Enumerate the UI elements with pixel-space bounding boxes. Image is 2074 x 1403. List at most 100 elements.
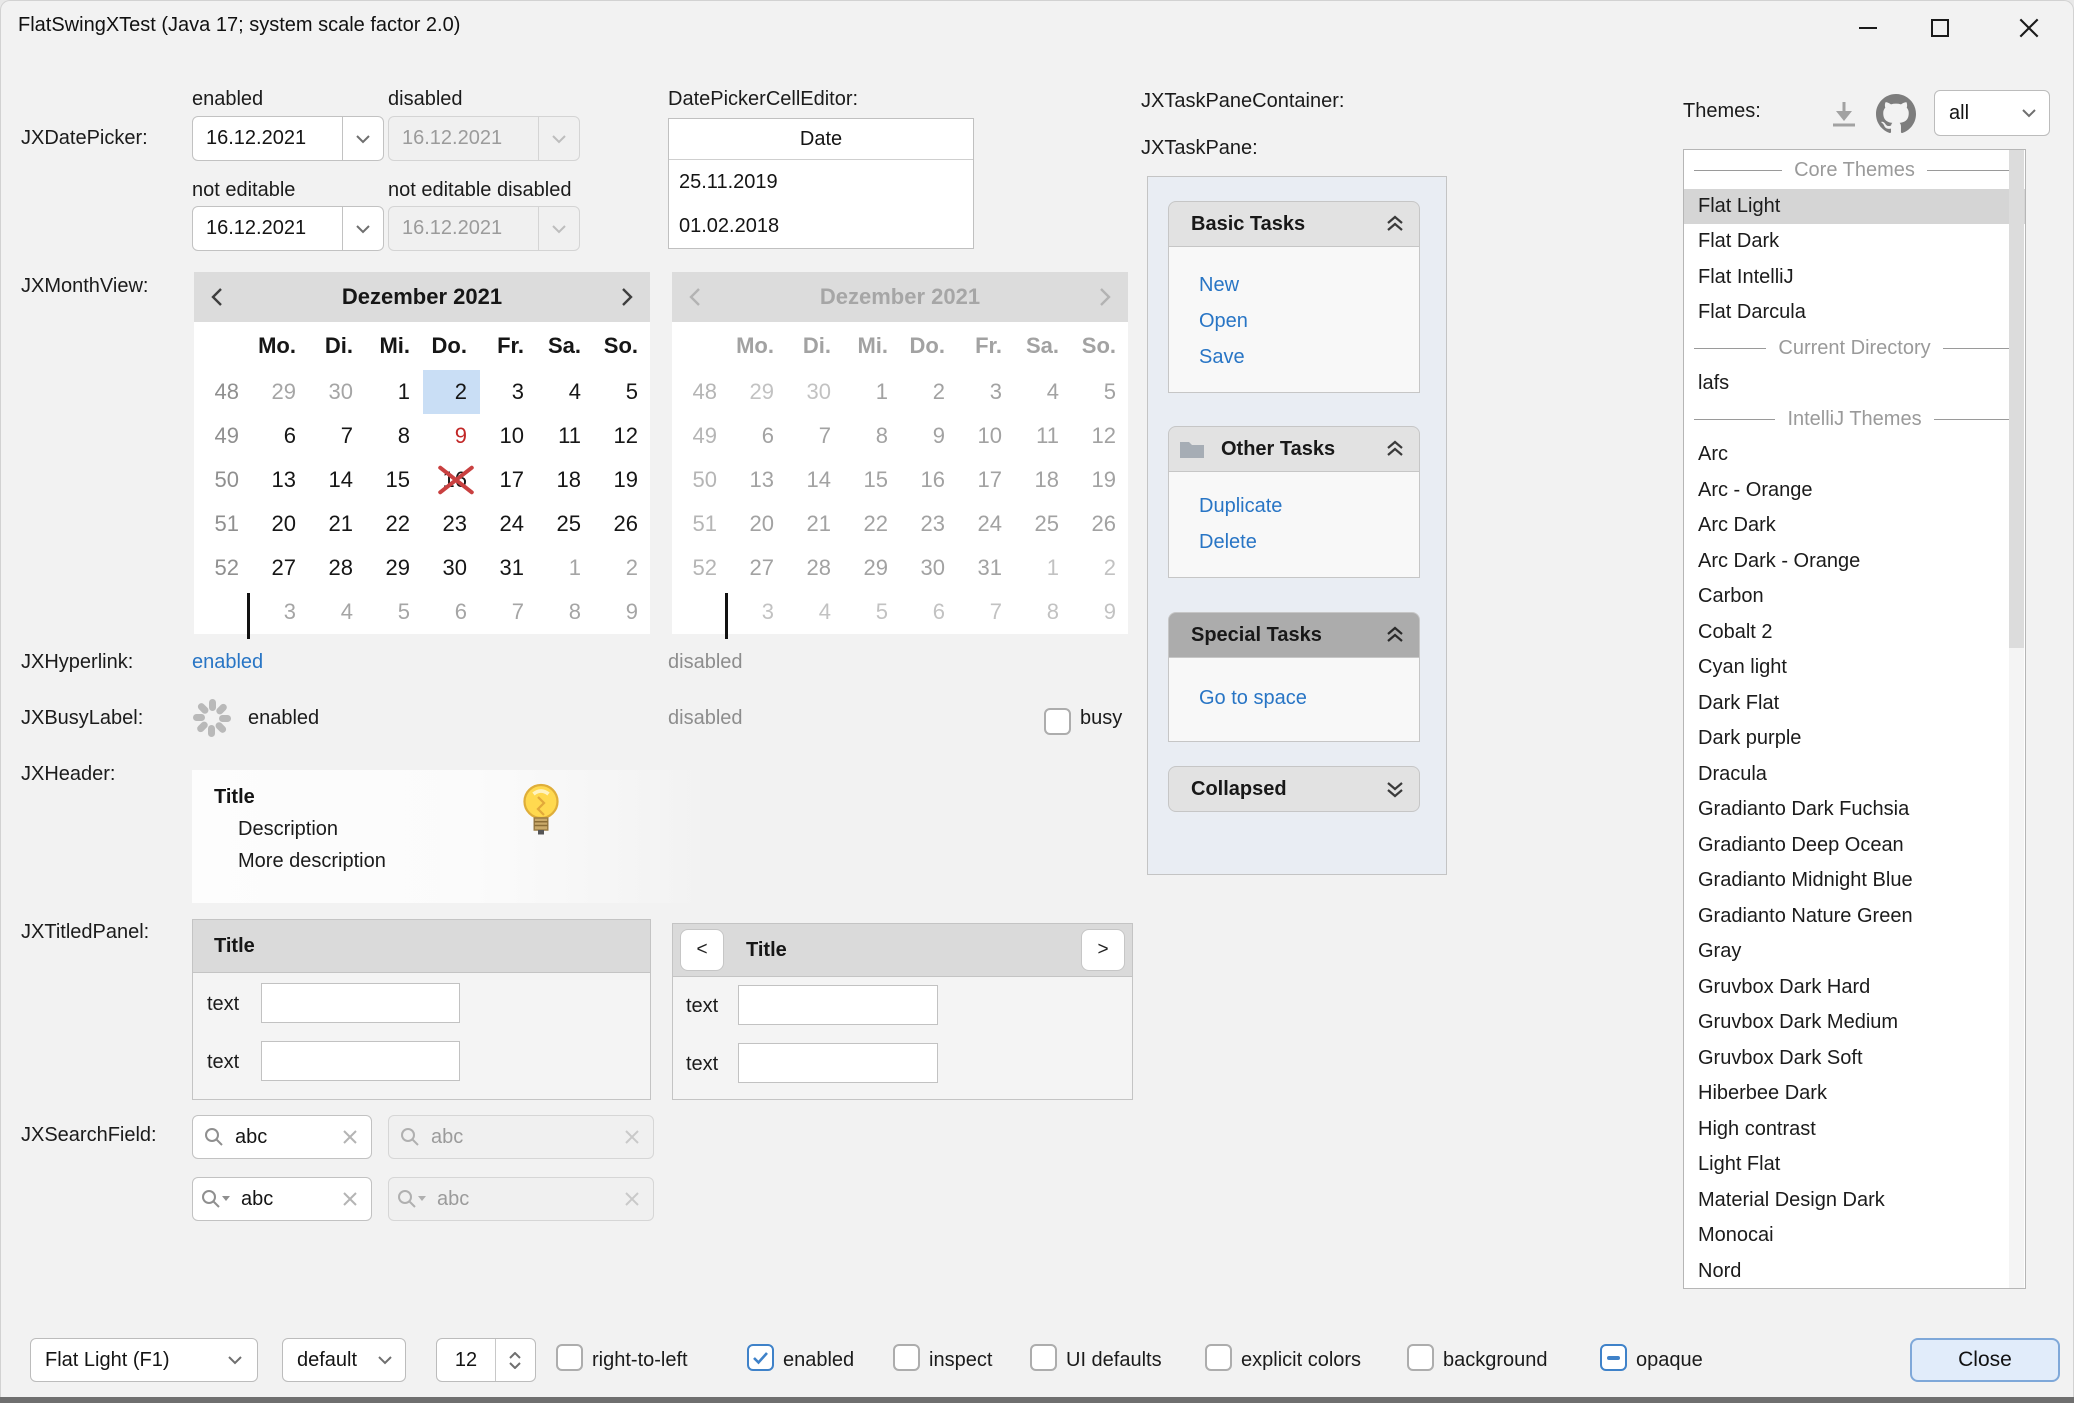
calendar-day[interactable]: 26 <box>594 502 651 546</box>
calendar-day[interactable]: 2 <box>423 370 480 414</box>
calendar-day[interactable]: 25 <box>537 502 594 546</box>
titledpanel-right-input-2[interactable] <box>738 1043 938 1083</box>
expand-icon[interactable] <box>1385 780 1405 798</box>
task-link[interactable]: New <box>1199 267 1419 303</box>
themes-list[interactable]: Core ThemesFlat LightFlat DarkFlat Intel… <box>1683 149 2026 1289</box>
close-button[interactable]: Close <box>1910 1338 2060 1382</box>
calendar-day[interactable]: 3 <box>252 590 309 634</box>
calendar-day[interactable]: 15 <box>366 458 423 502</box>
datepicker-noteditable-value[interactable]: 16.12.2021 <box>193 217 342 240</box>
theme-list-item[interactable]: Material Design Dark <box>1684 1183 2025 1219</box>
datepicker-noteditable[interactable]: 16.12.2021 <box>192 206 384 251</box>
calendar-day[interactable]: 21 <box>309 502 366 546</box>
cell-editor-table[interactable]: Date 25.11.2019 01.02.2018 <box>668 118 974 249</box>
theme-list-item[interactable]: Gradianto Dark Fuchsia <box>1684 792 2025 828</box>
calendar-day[interactable]: 4 <box>309 590 366 634</box>
theme-list-item[interactable]: Arc - Orange <box>1684 473 2025 509</box>
calendar-day[interactable]: 29 <box>366 546 423 590</box>
calendar-day[interactable]: 19 <box>594 458 651 502</box>
datepicker-noteditable-dropdown-button[interactable] <box>342 207 383 250</box>
hyperlink-enabled[interactable]: enabled <box>192 651 263 674</box>
theme-list-item[interactable]: Gruvbox Dark Medium <box>1684 1005 2025 1041</box>
calendar-day[interactable]: 18 <box>537 458 594 502</box>
title-bar[interactable]: FlatSwingXTest (Java 17; system scale fa… <box>0 0 2074 55</box>
calendar-day[interactable]: 30 <box>423 546 480 590</box>
task-link[interactable]: Go to space <box>1199 680 1419 716</box>
theme-list-item[interactable]: Gray <box>1684 934 2025 970</box>
search-input[interactable]: abc <box>225 1126 341 1149</box>
clear-icon[interactable] <box>341 1128 359 1146</box>
calendar-day[interactable]: 24 <box>480 502 537 546</box>
font-size-stepper[interactable]: 12 <box>436 1338 536 1382</box>
calendar-day[interactable]: 30 <box>309 370 366 414</box>
search-input[interactable]: abc <box>231 1188 341 1211</box>
task-link[interactable]: Save <box>1199 339 1419 375</box>
calendar-day[interactable]: 9 <box>594 590 651 634</box>
monthview-enabled[interactable]: Dezember 2021Mo.Di.Mi.Do.Fr.Sa.So.482930… <box>194 272 650 633</box>
calendar-day[interactable]: 14 <box>309 458 366 502</box>
theme-list-item[interactable]: lafs <box>1684 366 2025 402</box>
themes-filter-select[interactable]: all <box>1934 90 2050 136</box>
theme-list-item[interactable]: Cyan light <box>1684 650 2025 686</box>
theme-list-item[interactable]: Dracula <box>1684 757 2025 793</box>
inspect-checkbox[interactable] <box>893 1344 920 1371</box>
font-select[interactable]: default <box>282 1338 406 1382</box>
calendar-day[interactable]: 10 <box>480 414 537 458</box>
theme-list-item[interactable]: Arc Dark - Orange <box>1684 544 2025 580</box>
theme-list-item[interactable]: Cobalt 2 <box>1684 615 2025 651</box>
calendar-day[interactable]: 5 <box>366 590 423 634</box>
calendar-day[interactable]: 13 <box>252 458 309 502</box>
search-field-enabled[interactable]: abc <box>192 1115 372 1159</box>
calendar-day[interactable]: 3 <box>480 370 537 414</box>
task-link[interactable]: Open <box>1199 303 1419 339</box>
theme-list-item[interactable]: Flat Darcula <box>1684 295 2025 331</box>
right-to-left-checkbox[interactable] <box>556 1344 583 1371</box>
task-link[interactable]: Duplicate <box>1199 488 1419 524</box>
titledpanel-right-input-1[interactable] <box>738 985 938 1025</box>
calendar-day[interactable]: 6 <box>423 590 480 634</box>
calendar-day[interactable]: 6 <box>252 414 309 458</box>
busy-checkbox[interactable] <box>1044 708 1071 735</box>
theme-list-item[interactable]: Gruvbox Dark Soft <box>1684 1041 2025 1077</box>
theme-list-item[interactable]: Flat IntelliJ <box>1684 260 2025 296</box>
titledpanel-left-input-1[interactable] <box>261 983 460 1023</box>
taskpane-other-header[interactable]: Other Tasks <box>1168 426 1420 472</box>
scrollbar-thumb[interactable] <box>2009 150 2024 648</box>
calendar-day[interactable]: 28 <box>309 546 366 590</box>
UI-defaults-checkbox[interactable] <box>1030 1344 1057 1371</box>
task-link[interactable]: Delete <box>1199 524 1419 560</box>
datepicker-enabled-dropdown-button[interactable] <box>342 117 383 160</box>
calendar-day[interactable]: 23 <box>423 502 480 546</box>
datepicker-enabled-value[interactable]: 16.12.2021 <box>193 127 342 150</box>
prev-month-icon[interactable] <box>210 286 224 308</box>
theme-list-item[interactable]: Dark purple <box>1684 721 2025 757</box>
theme-list-item[interactable]: Monocai <box>1684 1218 2025 1254</box>
laf-select[interactable]: Flat Light (F1) <box>30 1338 258 1382</box>
calendar-day[interactable]: 17 <box>480 458 537 502</box>
themes-scrollbar[interactable] <box>2009 150 2024 1288</box>
background-checkbox[interactable] <box>1407 1344 1434 1371</box>
calendar-day[interactable]: 1 <box>537 546 594 590</box>
collapse-icon[interactable] <box>1385 440 1405 458</box>
theme-list-item[interactable]: Light Flat <box>1684 1147 2025 1183</box>
cell-editor-column-header[interactable]: Date <box>669 119 973 160</box>
next-month-icon[interactable] <box>620 286 634 308</box>
calendar-day[interactable]: 29 <box>252 370 309 414</box>
calendar-day[interactable]: 2 <box>594 546 651 590</box>
collapse-icon[interactable] <box>1385 215 1405 233</box>
taskpane-basic-header[interactable]: Basic Tasks <box>1168 201 1420 247</box>
theme-list-item[interactable]: Gradianto Deep Ocean <box>1684 828 2025 864</box>
theme-list-item[interactable]: Arc Dark <box>1684 508 2025 544</box>
theme-list-item[interactable]: Gradianto Nature Green <box>1684 899 2025 935</box>
theme-list-item[interactable]: Dark Flat <box>1684 686 2025 722</box>
calendar-day[interactable]: 5 <box>594 370 651 414</box>
enabled-checkbox[interactable] <box>747 1344 774 1371</box>
search-dropdown-icon[interactable] <box>201 1188 231 1210</box>
collapse-icon[interactable] <box>1385 626 1405 644</box>
calendar-day[interactable]: 27 <box>252 546 309 590</box>
stepper-buttons[interactable] <box>495 1339 534 1381</box>
theme-list-item[interactable]: Gruvbox Dark Hard <box>1684 970 2025 1006</box>
opaque-checkbox[interactable] <box>1600 1344 1627 1371</box>
calendar-day[interactable]: 1 <box>366 370 423 414</box>
calendar-day[interactable]: 8 <box>366 414 423 458</box>
